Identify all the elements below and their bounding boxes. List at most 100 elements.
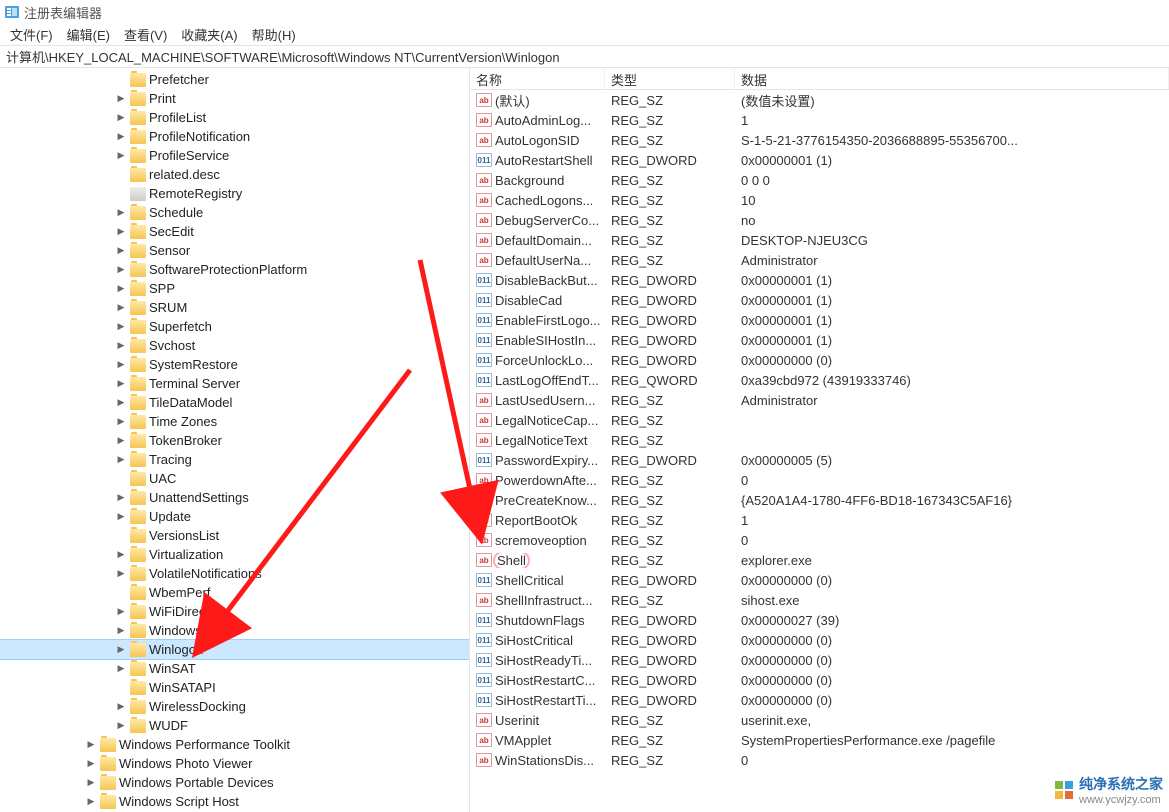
- value-row[interactable]: abLegalNoticeCap...REG_SZ: [470, 410, 1169, 430]
- value-row[interactable]: abShellInfrastruct...REG_SZsihost.exe: [470, 590, 1169, 610]
- menu-file[interactable]: 文件(F): [4, 23, 59, 46]
- expander-icon[interactable]: ▶: [115, 245, 127, 257]
- value-row[interactable]: abShellREG_SZexplorer.exe: [470, 550, 1169, 570]
- expander-icon[interactable]: ▶: [115, 454, 127, 466]
- tree-item[interactable]: ▶ProfileList: [0, 108, 469, 127]
- expander-icon[interactable]: ▶: [115, 207, 127, 219]
- value-row[interactable]: 011SiHostCriticalREG_DWORD0x00000000 (0): [470, 630, 1169, 650]
- tree-item[interactable]: ▶Windows Portable Devices: [0, 773, 469, 792]
- expander-icon[interactable]: ▶: [115, 321, 127, 333]
- menu-edit[interactable]: 编辑(E): [61, 23, 116, 46]
- tree-item[interactable]: ▶Virtualization: [0, 545, 469, 564]
- value-row[interactable]: abWinStationsDis...REG_SZ0: [470, 750, 1169, 770]
- tree-item[interactable]: ▶WiFiDirectAPI: [0, 602, 469, 621]
- expander-icon[interactable]: ▶: [115, 720, 127, 732]
- tree-item[interactable]: ▶WirelessDocking: [0, 697, 469, 716]
- tree-item[interactable]: ▶Sensor: [0, 241, 469, 260]
- value-row[interactable]: 011EnableSIHostIn...REG_DWORD0x00000001 …: [470, 330, 1169, 350]
- tree-pane[interactable]: Prefetcher▶Print▶ProfileList▶ProfileNoti…: [0, 68, 470, 812]
- value-row[interactable]: 011SiHostReadyTi...REG_DWORD0x00000000 (…: [470, 650, 1169, 670]
- tree-item[interactable]: ▶Windows Script Host: [0, 792, 469, 811]
- value-row[interactable]: abDefaultDomain...REG_SZDESKTOP-NJEU3CG: [470, 230, 1169, 250]
- value-row[interactable]: abAutoLogonSIDREG_SZS-1-5-21-3776154350-…: [470, 130, 1169, 150]
- expander-icon[interactable]: ▶: [115, 340, 127, 352]
- menu-view[interactable]: 查看(V): [118, 23, 173, 46]
- value-row[interactable]: 011SiHostRestartTi...REG_DWORD0x00000000…: [470, 690, 1169, 710]
- value-row[interactable]: abPowerdownAfte...REG_SZ0: [470, 470, 1169, 490]
- tree-item[interactable]: ▶Time Zones: [0, 412, 469, 431]
- tree-item[interactable]: WbemPerf: [0, 583, 469, 602]
- tree-item[interactable]: ▶SystemRestore: [0, 355, 469, 374]
- column-type[interactable]: 类型: [605, 68, 735, 89]
- value-row[interactable]: abPreCreateKnow...REG_SZ{A520A1A4-1780-4…: [470, 490, 1169, 510]
- tree-item[interactable]: UAC: [0, 469, 469, 488]
- expander-icon[interactable]: ▶: [115, 302, 127, 314]
- menu-help[interactable]: 帮助(H): [246, 23, 302, 46]
- column-data[interactable]: 数据: [735, 68, 1169, 89]
- value-row[interactable]: 011SiHostRestartC...REG_DWORD0x00000000 …: [470, 670, 1169, 690]
- expander-icon[interactable]: ▶: [115, 606, 127, 618]
- value-row[interactable]: 011EnableFirstLogo...REG_DWORD0x00000001…: [470, 310, 1169, 330]
- value-row[interactable]: 011AutoRestartShellREG_DWORD0x00000001 (…: [470, 150, 1169, 170]
- tree-item[interactable]: related.desc: [0, 165, 469, 184]
- expander-icon[interactable]: ▶: [85, 758, 97, 770]
- tree-item[interactable]: ▶Superfetch: [0, 317, 469, 336]
- tree-item[interactable]: ▶TokenBroker: [0, 431, 469, 450]
- tree-item[interactable]: ▶Winlogon: [0, 640, 469, 659]
- expander-icon[interactable]: ▶: [115, 378, 127, 390]
- expander-icon[interactable]: ▶: [85, 796, 97, 808]
- tree-item[interactable]: ▶SRUM: [0, 298, 469, 317]
- value-row[interactable]: abAutoAdminLog...REG_SZ1: [470, 110, 1169, 130]
- expander-icon[interactable]: ▶: [115, 131, 127, 143]
- tree-item[interactable]: ▶ProfileNotification: [0, 127, 469, 146]
- expander-icon[interactable]: ▶: [115, 150, 127, 162]
- tree-item[interactable]: ▶Svchost: [0, 336, 469, 355]
- expander-icon[interactable]: ▶: [115, 549, 127, 561]
- expander-icon[interactable]: ▶: [85, 739, 97, 751]
- value-row[interactable]: 011ForceUnlockLo...REG_DWORD0x00000000 (…: [470, 350, 1169, 370]
- expander-icon[interactable]: ▶: [115, 226, 127, 238]
- value-row[interactable]: abReportBootOkREG_SZ1: [470, 510, 1169, 530]
- tree-item[interactable]: ▶UnattendSettings: [0, 488, 469, 507]
- value-row[interactable]: abCachedLogons...REG_SZ10: [470, 190, 1169, 210]
- value-row[interactable]: 011DisableCadREG_DWORD0x00000001 (1): [470, 290, 1169, 310]
- tree-item[interactable]: ▶Windows Performance Toolkit: [0, 735, 469, 754]
- value-row[interactable]: 011ShutdownFlagsREG_DWORD0x00000027 (39): [470, 610, 1169, 630]
- tree-item[interactable]: ▶VolatileNotifications: [0, 564, 469, 583]
- value-row[interactable]: abDebugServerCo...REG_SZno: [470, 210, 1169, 230]
- tree-item[interactable]: Prefetcher: [0, 70, 469, 89]
- tree-item[interactable]: WinSATAPI: [0, 678, 469, 697]
- expander-icon[interactable]: ▶: [115, 511, 127, 523]
- value-row[interactable]: ab(默认)REG_SZ(数值未设置): [470, 90, 1169, 110]
- expander-icon[interactable]: ▶: [115, 112, 127, 124]
- value-row[interactable]: abVMAppletREG_SZSystemPropertiesPerforma…: [470, 730, 1169, 750]
- value-row[interactable]: 011LastLogOffEndT...REG_QWORD0xa39cbd972…: [470, 370, 1169, 390]
- tree-item[interactable]: ▶Update: [0, 507, 469, 526]
- tree-item[interactable]: ▶Print: [0, 89, 469, 108]
- tree-item[interactable]: ▶Windows Photo Viewer: [0, 754, 469, 773]
- expander-icon[interactable]: ▶: [115, 701, 127, 713]
- expander-icon[interactable]: ▶: [115, 644, 127, 656]
- tree-item[interactable]: ▶SoftwareProtectionPlatform: [0, 260, 469, 279]
- value-row[interactable]: abLegalNoticeTextREG_SZ: [470, 430, 1169, 450]
- expander-icon[interactable]: ▶: [115, 435, 127, 447]
- expander-icon[interactable]: ▶: [85, 777, 97, 789]
- tree-item[interactable]: ▶WinSAT: [0, 659, 469, 678]
- expander-icon[interactable]: ▶: [115, 93, 127, 105]
- column-name[interactable]: 名称: [470, 68, 605, 89]
- value-row[interactable]: 011ShellCriticalREG_DWORD0x00000000 (0): [470, 570, 1169, 590]
- menu-favorites[interactable]: 收藏夹(A): [175, 23, 243, 46]
- value-row[interactable]: abBackgroundREG_SZ0 0 0: [470, 170, 1169, 190]
- tree-item[interactable]: ▶WUDF: [0, 716, 469, 735]
- value-row[interactable]: abscremoveoptionREG_SZ0: [470, 530, 1169, 550]
- value-row[interactable]: abUserinitREG_SZuserinit.exe,: [470, 710, 1169, 730]
- expander-icon[interactable]: ▶: [115, 416, 127, 428]
- expander-icon[interactable]: ▶: [115, 568, 127, 580]
- tree-item[interactable]: ▶SecEdit: [0, 222, 469, 241]
- list-pane[interactable]: 名称 类型 数据 ab(默认)REG_SZ(数值未设置)abAutoAdminL…: [470, 68, 1169, 812]
- tree-item[interactable]: ▶Terminal Server: [0, 374, 469, 393]
- expander-icon[interactable]: ▶: [115, 625, 127, 637]
- tree-item[interactable]: ▶SPP: [0, 279, 469, 298]
- expander-icon[interactable]: ▶: [115, 663, 127, 675]
- tree-item[interactable]: ▶Windows: [0, 621, 469, 640]
